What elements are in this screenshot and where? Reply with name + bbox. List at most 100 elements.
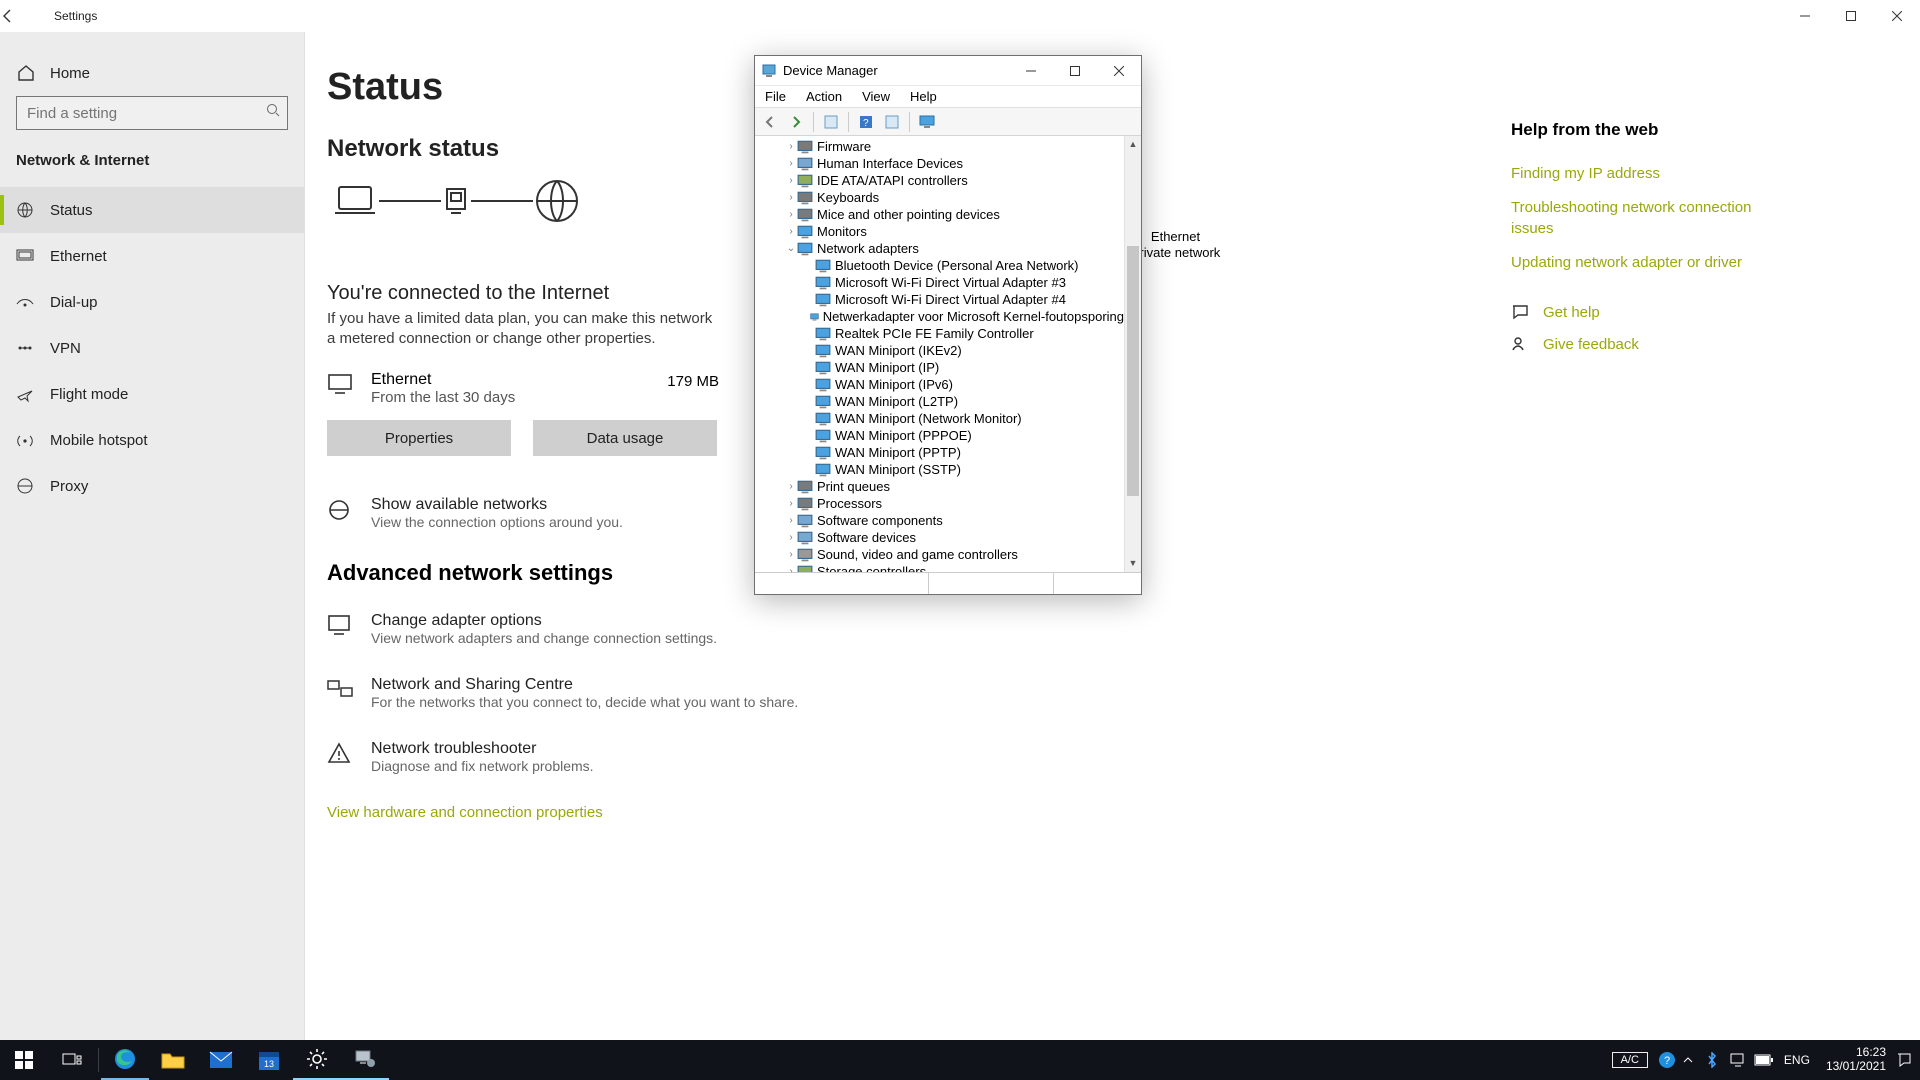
tray-language[interactable]: ENG: [1778, 1053, 1816, 1067]
devmgr-menubar: File Action View Help: [755, 86, 1141, 108]
tree-node[interactable]: ›Firmware: [755, 138, 1124, 155]
tree-node[interactable]: WAN Miniport (Network Monitor): [755, 410, 1124, 427]
expand-toggle[interactable]: ›: [785, 209, 797, 220]
tree-node[interactable]: ›Processors: [755, 495, 1124, 512]
expand-toggle[interactable]: ›: [785, 175, 797, 186]
start-button[interactable]: [0, 1040, 48, 1080]
expand-toggle[interactable]: ⌄: [785, 243, 797, 254]
menu-action[interactable]: Action: [806, 89, 842, 104]
expand-toggle[interactable]: ›: [785, 498, 797, 509]
tray-overflow-button[interactable]: [1682, 1054, 1706, 1066]
toolbar-monitor-button[interactable]: [916, 111, 938, 133]
tree-node[interactable]: WAN Miniport (SSTP): [755, 461, 1124, 478]
taskbar-edge[interactable]: [101, 1040, 149, 1080]
devmgr-maximize-button[interactable]: [1053, 56, 1097, 86]
tree-node[interactable]: ›Sound, video and game controllers: [755, 546, 1124, 563]
scroll-thumb[interactable]: [1127, 246, 1139, 496]
tray-clock[interactable]: 16:23 13/01/2021: [1816, 1046, 1896, 1074]
scroll-down-arrow[interactable]: ▼: [1125, 555, 1141, 572]
help-link[interactable]: Updating network adapter or driver: [1511, 253, 1771, 273]
sidebar-item-vpn[interactable]: VPN: [0, 325, 304, 371]
expand-toggle[interactable]: ›: [785, 481, 797, 492]
tree-node[interactable]: ›Software components: [755, 512, 1124, 529]
scroll-up-arrow[interactable]: ▲: [1125, 136, 1141, 153]
tree-node[interactable]: ›Keyboards: [755, 189, 1124, 206]
sidebar-item-status[interactable]: Status: [0, 187, 304, 233]
taskview-button[interactable]: [48, 1040, 96, 1080]
toolbar-back-button[interactable]: [759, 111, 781, 133]
tree-node[interactable]: Microsoft Wi-Fi Direct Virtual Adapter #…: [755, 274, 1124, 291]
view-hardware-link[interactable]: View hardware and connection properties: [327, 804, 1920, 821]
tree-node[interactable]: WAN Miniport (PPTP): [755, 444, 1124, 461]
tree-node[interactable]: ›IDE ATA/ATAPI controllers: [755, 172, 1124, 189]
toolbar-properties-button[interactable]: [820, 111, 842, 133]
tray-power-chip[interactable]: A/C: [1612, 1052, 1648, 1068]
search-input[interactable]: [16, 96, 288, 130]
tree-node[interactable]: ›Mice and other pointing devices: [755, 206, 1124, 223]
sidebar-item-proxy[interactable]: Proxy: [0, 463, 304, 509]
tree-node[interactable]: Microsoft Wi-Fi Direct Virtual Adapter #…: [755, 291, 1124, 308]
taskbar-explorer[interactable]: [149, 1040, 197, 1080]
taskbar-mail[interactable]: [197, 1040, 245, 1080]
properties-button[interactable]: Properties: [327, 420, 511, 456]
adapter-options[interactable]: Change adapter options View network adap…: [327, 612, 1920, 646]
sidebar-item-hotspot[interactable]: Mobile hotspot: [0, 417, 304, 463]
sharing-centre-option[interactable]: Network and Sharing Centre For the netwo…: [327, 676, 1920, 710]
data-usage-button[interactable]: Data usage: [533, 420, 717, 456]
expand-toggle[interactable]: ›: [785, 549, 797, 560]
close-button[interactable]: [1874, 0, 1920, 32]
devmgr-close-button[interactable]: [1097, 56, 1141, 86]
help-link[interactable]: Finding my IP address: [1511, 164, 1771, 184]
tree-node[interactable]: WAN Miniport (IKEv2): [755, 342, 1124, 359]
tree-node[interactable]: ⌄Network adapters: [755, 240, 1124, 257]
tree-node[interactable]: Bluetooth Device (Personal Area Network): [755, 257, 1124, 274]
expand-toggle[interactable]: ›: [785, 192, 797, 203]
taskbar-calendar[interactable]: 13: [245, 1040, 293, 1080]
tree-node[interactable]: Realtek PCIe FE Family Controller: [755, 325, 1124, 342]
device-manager-window[interactable]: Device Manager File Action View Help ? ›…: [754, 55, 1142, 595]
tree-node[interactable]: WAN Miniport (IPv6): [755, 376, 1124, 393]
tree-node[interactable]: ›Human Interface Devices: [755, 155, 1124, 172]
expand-toggle[interactable]: ›: [785, 515, 797, 526]
devmgr-scrollbar[interactable]: ▲ ▼: [1124, 136, 1141, 572]
tree-node[interactable]: WAN Miniport (L2TP): [755, 393, 1124, 410]
taskbar-devmgr[interactable]: [341, 1040, 389, 1080]
sidebar-item-flightmode[interactable]: Flight mode: [0, 371, 304, 417]
menu-file[interactable]: File: [765, 89, 786, 104]
sidebar-item-ethernet[interactable]: Ethernet: [0, 233, 304, 279]
tree-node[interactable]: ›Software devices: [755, 529, 1124, 546]
toolbar-help-button[interactable]: ?: [855, 111, 877, 133]
tray-bluetooth-icon[interactable]: [1706, 1052, 1730, 1068]
tree-node[interactable]: WAN Miniport (PPPOE): [755, 427, 1124, 444]
toolbar-forward-button[interactable]: [785, 111, 807, 133]
taskbar-settings[interactable]: [293, 1040, 341, 1080]
sidebar-item-dialup[interactable]: Dial-up: [0, 279, 304, 325]
devmgr-minimize-button[interactable]: [1009, 56, 1053, 86]
back-button[interactable]: [0, 8, 50, 24]
menu-view[interactable]: View: [862, 89, 890, 104]
toolbar-scan-button[interactable]: [881, 111, 903, 133]
help-link[interactable]: Troubleshooting network connection issue…: [1511, 198, 1771, 239]
maximize-button[interactable]: [1828, 0, 1874, 32]
tree-node[interactable]: ›Monitors: [755, 223, 1124, 240]
tree-node[interactable]: ›Print queues: [755, 478, 1124, 495]
minimize-button[interactable]: [1782, 0, 1828, 32]
tray-help-icon[interactable]: ?: [1658, 1051, 1682, 1069]
troubleshooter-option[interactable]: Network troubleshooter Diagnose and fix …: [327, 740, 1920, 774]
tree-node[interactable]: Netwerkadapter voor Microsoft Kernel-fou…: [755, 308, 1124, 325]
expand-toggle[interactable]: ›: [785, 226, 797, 237]
tree-node[interactable]: WAN Miniport (IP): [755, 359, 1124, 376]
tree-node[interactable]: ›Storage controllers: [755, 563, 1124, 572]
expand-toggle[interactable]: ›: [785, 532, 797, 543]
devmgr-titlebar[interactable]: Device Manager: [755, 56, 1141, 86]
expand-toggle[interactable]: ›: [785, 141, 797, 152]
expand-toggle[interactable]: ›: [785, 158, 797, 169]
menu-help[interactable]: Help: [910, 89, 937, 104]
tray-battery-icon[interactable]: [1754, 1054, 1778, 1066]
tray-notifications-button[interactable]: [1896, 1052, 1920, 1068]
devmgr-tree[interactable]: ›Firmware›Human Interface Devices›IDE AT…: [755, 136, 1124, 572]
give-feedback-row[interactable]: Give feedback: [1511, 335, 1771, 353]
tray-network-icon[interactable]: [1730, 1053, 1754, 1067]
sidebar-home[interactable]: Home: [0, 50, 304, 96]
get-help-row[interactable]: Get help: [1511, 303, 1771, 321]
